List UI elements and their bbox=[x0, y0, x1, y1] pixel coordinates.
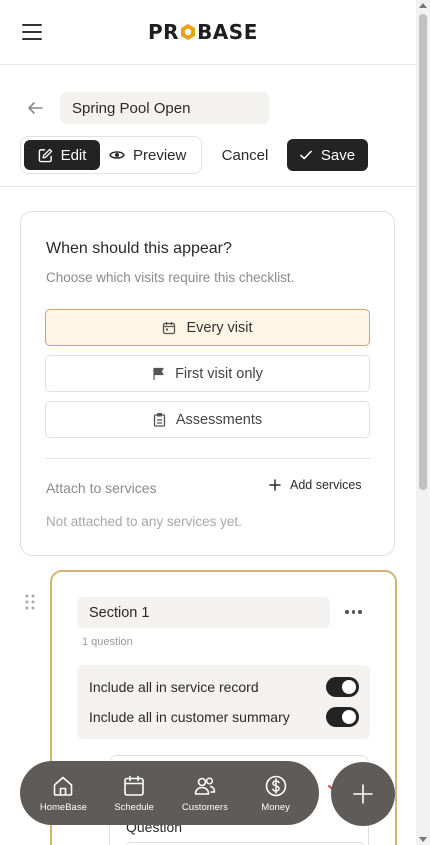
add-fab-button[interactable] bbox=[331, 762, 395, 826]
nav-schedule-label: Schedule bbox=[114, 801, 154, 813]
toggle-label-customer-summary: Include all in customer summary bbox=[89, 709, 290, 725]
option-every-visit[interactable]: Every visit bbox=[45, 309, 370, 346]
visibility-card: When should this appear? Choose which vi… bbox=[20, 211, 395, 556]
scroll-thumb[interactable] bbox=[419, 14, 427, 490]
more-options-icon[interactable] bbox=[345, 604, 365, 620]
checklist-editor-page: PR BASE Edit bbox=[0, 0, 430, 845]
toggle-label-service-record: Include all in service record bbox=[89, 679, 259, 695]
preview-label: Preview bbox=[133, 146, 187, 164]
logo-prefix: PR bbox=[148, 20, 180, 44]
option-first-visit-label: First visit only bbox=[175, 365, 263, 382]
toggle-row-customer-summary: Include all in customer summary bbox=[89, 707, 359, 727]
edit-tab[interactable]: Edit bbox=[24, 140, 100, 170]
arrow-left-icon[interactable] bbox=[26, 99, 44, 117]
drag-handle-icon[interactable] bbox=[25, 594, 35, 610]
home-icon bbox=[54, 776, 73, 796]
nav-money[interactable]: Money bbox=[241, 765, 311, 821]
scroll-up-arrow-icon[interactable] bbox=[419, 3, 427, 8]
add-services-button[interactable]: Add services bbox=[269, 478, 362, 492]
calendar-icon bbox=[124, 775, 144, 796]
page-scrollbar[interactable] bbox=[416, 0, 430, 845]
users-icon bbox=[194, 776, 216, 795]
option-assessments[interactable]: Assessments bbox=[45, 401, 370, 438]
pencil-square-icon bbox=[38, 148, 52, 162]
toggle-row-service-record: Include all in service record bbox=[89, 677, 359, 697]
section-name-input[interactable]: Section 1 bbox=[77, 597, 330, 628]
plus-icon bbox=[269, 479, 281, 491]
card-divider bbox=[45, 458, 371, 459]
visibility-subtext: Choose which visits require this checkli… bbox=[46, 270, 295, 285]
probase-logo: PR BASE bbox=[148, 20, 258, 44]
top-bar: PR BASE bbox=[0, 0, 416, 65]
preview-tab[interactable]: Preview bbox=[109, 140, 199, 170]
no-services-text: Not attached to any services yet. bbox=[46, 514, 242, 529]
nav-customers[interactable]: Customers bbox=[170, 765, 240, 821]
scroll-down-arrow-icon[interactable] bbox=[419, 837, 427, 842]
nav-customers-label: Customers bbox=[181, 801, 228, 813]
question-count: 1 question bbox=[82, 636, 133, 648]
save-label: Save bbox=[320, 146, 356, 164]
eye-icon bbox=[109, 151, 125, 159]
save-button[interactable]: Save bbox=[287, 139, 368, 171]
calendar-icon bbox=[163, 321, 176, 334]
cancel-button[interactable]: Cancel bbox=[214, 139, 276, 171]
nav-schedule[interactable]: Schedule bbox=[99, 765, 169, 821]
checklist-name-input[interactable] bbox=[60, 92, 269, 124]
nav-homebase[interactable]: HomeBase bbox=[28, 765, 98, 821]
edit-preview-toggle: Edit Preview bbox=[20, 136, 202, 174]
customer-summary-switch[interactable] bbox=[326, 707, 359, 727]
plus-icon bbox=[353, 784, 373, 804]
section-toggles: Include all in service record Include al… bbox=[77, 665, 370, 739]
service-record-switch[interactable] bbox=[326, 677, 359, 697]
nav-money-label: Money bbox=[261, 801, 290, 813]
logo-hex-icon bbox=[181, 24, 196, 40]
edit-label: Edit bbox=[60, 146, 87, 164]
add-services-label: Add services bbox=[290, 478, 362, 492]
option-first-visit-only[interactable]: First visit only bbox=[45, 355, 370, 392]
dollar-circle-icon bbox=[265, 775, 286, 796]
nav-homebase-label: HomeBase bbox=[39, 801, 87, 813]
header-divider bbox=[0, 186, 416, 187]
visibility-heading: When should this appear? bbox=[46, 240, 232, 257]
hamburger-menu-icon[interactable] bbox=[22, 24, 42, 40]
bottom-nav: HomeBase Schedule Customers Money bbox=[20, 761, 319, 825]
clipboard-icon bbox=[153, 413, 166, 427]
option-every-visit-label: Every visit bbox=[186, 319, 253, 336]
flag-icon bbox=[153, 367, 164, 380]
attach-services-label: Attach to services bbox=[46, 480, 157, 496]
logo-suffix: BASE bbox=[197, 20, 258, 44]
option-assessments-label: Assessments bbox=[175, 411, 263, 428]
check-icon bbox=[300, 150, 312, 160]
